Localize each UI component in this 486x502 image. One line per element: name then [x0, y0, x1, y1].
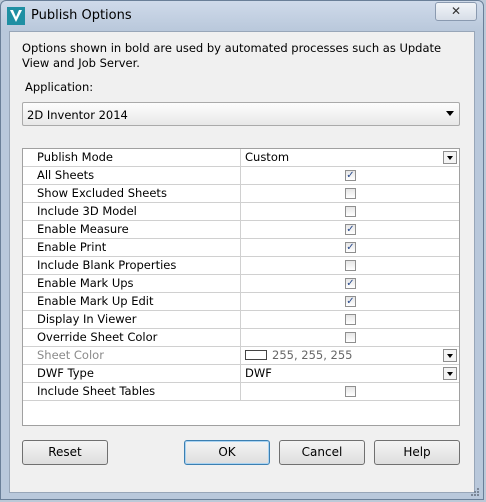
color-value: 255, 255, 255 [272, 348, 353, 362]
dropdown-arrow-icon[interactable] [443, 349, 457, 362]
property-value [241, 257, 459, 274]
property-value: 255, 255, 255 [241, 347, 459, 364]
checkbox[interactable]: ✓ [345, 296, 356, 307]
property-name: Include 3D Model [23, 203, 241, 220]
grid-row: Include Blank Properties [23, 257, 459, 275]
property-name: Display In Viewer [23, 311, 241, 328]
property-value[interactable]: Custom [241, 149, 459, 166]
close-button[interactable]: ✕ [435, 2, 477, 21]
grid-row: Include 3D Model [23, 203, 459, 221]
application-selected-value: 2D Inventor 2014 [27, 108, 128, 122]
grid-row: DWF Type DWF [23, 365, 459, 383]
grid-row: Include Sheet Tables [23, 383, 459, 401]
color-swatch [245, 350, 267, 360]
property-value: ✓ [241, 239, 459, 256]
grid-row: Enable Mark Ups ✓ [23, 275, 459, 293]
grid-row: All Sheets ✓ [23, 167, 459, 185]
ok-button[interactable]: OK [184, 440, 270, 465]
grid-row: Show Excluded Sheets [23, 185, 459, 203]
property-value[interactable]: DWF [241, 365, 459, 382]
property-value: ✓ [241, 275, 459, 292]
property-name: Include Sheet Tables [23, 383, 241, 400]
grid-row: Enable Print ✓ [23, 239, 459, 257]
grid-row: Sheet Color 255, 255, 255 [23, 347, 459, 365]
cancel-button[interactable]: Cancel [279, 440, 365, 465]
combo-value: DWF [245, 366, 272, 380]
reset-button[interactable]: Reset [22, 440, 108, 465]
resize-grip-icon[interactable] [469, 486, 479, 496]
checkbox[interactable]: ✓ [345, 278, 356, 289]
property-value [241, 203, 459, 220]
checkbox[interactable] [345, 206, 356, 217]
dropdown-arrow-icon[interactable] [443, 367, 457, 380]
publish-options-dialog: Publish Options ✕ Options shown in bold … [0, 0, 484, 500]
checkbox[interactable]: ✓ [345, 242, 356, 253]
property-name: All Sheets [23, 167, 241, 184]
property-value [241, 311, 459, 328]
property-value [241, 185, 459, 202]
property-name: Publish Mode [23, 149, 241, 166]
help-button[interactable]: Help [374, 440, 460, 465]
checkbox[interactable] [345, 332, 356, 343]
grid-row: Enable Mark Up Edit ✓ [23, 293, 459, 311]
property-name: Include Blank Properties [23, 257, 241, 274]
grid-row: Publish Mode Custom [23, 149, 459, 167]
property-value [241, 383, 459, 400]
property-name: Enable Measure [23, 221, 241, 238]
checkbox[interactable] [345, 386, 356, 397]
property-name: Enable Mark Ups [23, 275, 241, 292]
grid-row: Override Sheet Color [23, 329, 459, 347]
dialog-body: Options shown in bold are used by automa… [9, 31, 475, 493]
chevron-down-icon [446, 111, 454, 116]
checkbox[interactable]: ✓ [345, 224, 356, 235]
checkbox[interactable] [345, 260, 356, 271]
grid-row: Display In Viewer [23, 311, 459, 329]
property-value [241, 329, 459, 346]
checkbox[interactable] [345, 314, 356, 325]
application-label: Application: [25, 80, 94, 94]
combo-value: Custom [245, 150, 290, 164]
property-name: Sheet Color [23, 347, 241, 364]
checkbox[interactable] [345, 188, 356, 199]
property-name: DWF Type [23, 365, 241, 382]
property-value: ✓ [241, 221, 459, 238]
property-name: Enable Mark Up Edit [23, 293, 241, 310]
property-name: Enable Print [23, 239, 241, 256]
application-select[interactable]: 2D Inventor 2014 [22, 102, 460, 126]
app-logo-icon [7, 7, 25, 25]
property-value: ✓ [241, 293, 459, 310]
property-name: Override Sheet Color [23, 329, 241, 346]
property-value: ✓ [241, 167, 459, 184]
checkbox[interactable]: ✓ [345, 170, 356, 181]
dropdown-arrow-icon[interactable] [443, 151, 457, 164]
description-text: Options shown in bold are used by automa… [22, 41, 442, 70]
grid-row: Enable Measure ✓ [23, 221, 459, 239]
window-title: Publish Options [31, 8, 132, 23]
options-grid: Publish Mode Custom All Sheets ✓ Show Exclud… [22, 148, 460, 426]
property-name: Show Excluded Sheets [23, 185, 241, 202]
title-bar[interactable]: Publish Options ✕ [1, 1, 483, 31]
